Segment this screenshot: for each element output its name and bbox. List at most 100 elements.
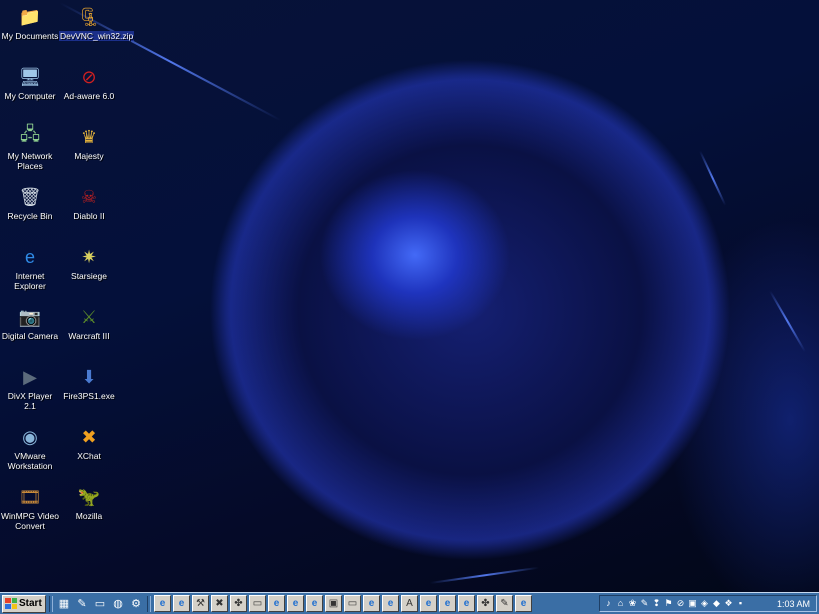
taskbar-button[interactable]: e bbox=[268, 595, 285, 612]
taskbar-button[interactable]: e bbox=[515, 595, 532, 612]
taskbar-button[interactable]: ✤ bbox=[230, 595, 247, 612]
desktop-icon-label: Digital Camera bbox=[1, 331, 59, 341]
taskbar-button[interactable]: e bbox=[154, 595, 171, 612]
tray-alert-icon[interactable]: ❢ bbox=[651, 598, 662, 609]
desktop-icon-warcraft[interactable]: ⚔ Warcraft III bbox=[59, 304, 119, 342]
desktop-icon-starsiege[interactable]: ✷ Starsiege bbox=[59, 244, 119, 282]
system-tray: ♪ ⌂ ❀ ✎ ❢ ⚑ ⊘ ▣ ◈ ◆ ❖ ▪ 1:03 AM bbox=[599, 595, 817, 612]
start-button[interactable]: Start bbox=[2, 594, 46, 613]
taskbar-button[interactable]: A bbox=[401, 595, 418, 612]
task-folder-icon: ▭ bbox=[347, 597, 358, 609]
desktop-icon-divx-player[interactable]: ▶ DivX Player 2.1 bbox=[0, 364, 60, 412]
desktop-icon-label: My Network Places bbox=[7, 151, 53, 171]
taskbar-button[interactable]: e bbox=[287, 595, 304, 612]
desktop[interactable]: 📁 My Documents 🖥 My Computer 🖧 My Network Pla… bbox=[0, 0, 819, 592]
ad-aware-icon: ⊘ bbox=[81, 66, 97, 87]
taskbar-button[interactable]: ✤ bbox=[477, 595, 494, 612]
desktop-icon-installer[interactable]: ⬇ Fire3PS1.exe bbox=[59, 364, 119, 402]
task-ie-icon: e bbox=[368, 597, 375, 609]
desktop-icon-label: Ad-aware 6.0 bbox=[63, 91, 115, 101]
tray-adaware-icon[interactable]: ⊘ bbox=[675, 598, 686, 609]
task-ie-icon: e bbox=[178, 597, 185, 609]
task-folder-icon: ▭ bbox=[252, 597, 263, 609]
desktop-icon-folder-documents[interactable]: 📁 My Documents bbox=[0, 4, 60, 42]
clock[interactable]: 1:03 AM bbox=[777, 599, 810, 609]
desktop-icon-zip-archive[interactable]: 🗜 DevVNC_win32.zip bbox=[59, 4, 135, 41]
taskbar-button[interactable]: ⚒ bbox=[192, 595, 209, 612]
taskbar-button[interactable]: ▭ bbox=[249, 595, 266, 612]
taskbar-button[interactable]: e bbox=[173, 595, 190, 612]
ql-app-icon[interactable]: ✎ bbox=[74, 596, 90, 612]
desktop-icon-label: My Computer bbox=[4, 91, 56, 101]
taskbar-button[interactable]: ✖ bbox=[211, 595, 228, 612]
internet-explorer-icon: e bbox=[24, 246, 35, 267]
desktop-icon-label: Recycle Bin bbox=[7, 211, 53, 221]
taskbar-button[interactable]: e bbox=[306, 595, 323, 612]
desktop-icon-mozilla[interactable]: 🦖 Mozilla bbox=[59, 484, 119, 522]
desktop-icon-winmpg[interactable]: 🎞 WinMPG Video Convert bbox=[0, 484, 60, 532]
task-buttons: e e ⚒ ✖ ✤ ▭ e e e ▣ ▭ e e Ae e e ✤ ✎ e bbox=[154, 595, 532, 612]
desktop-icon-vmware[interactable]: ◉ VMware Workstation bbox=[0, 424, 60, 472]
desktop-icon-internet-explorer[interactable]: e Internet Explorer bbox=[0, 244, 60, 292]
network-icon[interactable]: ⌂ bbox=[615, 598, 626, 609]
volume-icon[interactable]: ♪ bbox=[603, 598, 614, 609]
task-font-icon: A bbox=[406, 597, 413, 609]
taskbar-button[interactable]: ✎ bbox=[496, 595, 513, 612]
diablo-icon: ☠ bbox=[80, 186, 98, 207]
desktop-icon-diablo[interactable]: ☠ Diablo II bbox=[59, 184, 119, 222]
desktop-icon-label: Warcraft III bbox=[68, 331, 110, 341]
desktop-icon-network-places[interactable]: 🖧 My Network Places bbox=[0, 124, 60, 171]
desktop-icon-digital-camera[interactable]: 📷 Digital Camera bbox=[0, 304, 60, 342]
tray-monitor-icon[interactable]: ▣ bbox=[687, 598, 698, 609]
task-app-icon: ▣ bbox=[328, 597, 339, 609]
zip-archive-icon: 🗜 bbox=[77, 6, 101, 27]
desktop-icon-xchat[interactable]: ✖ XChat bbox=[59, 424, 119, 462]
task-clover-icon: ✤ bbox=[481, 597, 490, 609]
majesty-icon: ♛ bbox=[80, 126, 98, 147]
taskbar-separator bbox=[49, 595, 53, 612]
tray-shield-icon[interactable]: ◆ bbox=[711, 598, 722, 609]
ql-ie-icon[interactable]: ◍ bbox=[110, 596, 126, 612]
tray-color-icon[interactable]: ◈ bbox=[699, 598, 710, 609]
tray-icons: ♪ ⌂ ❀ ✎ ❢ ⚑ ⊘ ▣ ◈ ◆ ❖ ▪ bbox=[603, 598, 747, 609]
digital-camera-icon: 📷 bbox=[18, 306, 42, 327]
taskbar: Start ▦ ✎ ▭ ◍ ⚙ e e ⚒ ✖ ✤ ▭ e e e ▣ ▭ e e Ae e e ✤ ✎ e ♪ ⌂ ❀ ✎ ❢ ⚑ ⊘… bbox=[0, 592, 819, 614]
winmpg-icon: 🎞 bbox=[18, 486, 42, 507]
warcraft-icon: ⚔ bbox=[80, 306, 98, 327]
task-ie-icon: e bbox=[292, 597, 299, 609]
tray-app-icon[interactable]: ❀ bbox=[627, 598, 638, 609]
desktop-icon-label: Fire3PS1.exe bbox=[63, 391, 115, 401]
ql-drive-icon[interactable]: ▭ bbox=[92, 596, 108, 612]
computer-icon: 🖥 bbox=[18, 66, 42, 87]
task-ie-icon: e bbox=[159, 597, 166, 609]
task-ie-icon: e bbox=[311, 597, 318, 609]
taskbar-button[interactable]: e bbox=[420, 595, 437, 612]
desktop-icon-computer[interactable]: 🖥 My Computer bbox=[0, 64, 60, 102]
taskbar-button[interactable]: e bbox=[439, 595, 456, 612]
task-tool-icon: ⚒ bbox=[196, 597, 205, 609]
xchat-icon: ✖ bbox=[81, 426, 97, 447]
recycle-bin-icon: 🗑 bbox=[18, 186, 42, 207]
desktop-icon-recycle-bin[interactable]: 🗑 Recycle Bin bbox=[0, 184, 60, 222]
taskbar-button[interactable]: e bbox=[458, 595, 475, 612]
taskbar-button[interactable]: ▭ bbox=[344, 595, 361, 612]
divx-player-icon: ▶ bbox=[23, 366, 37, 387]
quick-launch-bar: ▦ ✎ ▭ ◍ ⚙ bbox=[56, 596, 144, 612]
task-ie-icon: e bbox=[387, 597, 394, 609]
desktop-icon-label: WinMPG Video Convert bbox=[1, 511, 59, 531]
starsiege-icon: ✷ bbox=[81, 246, 97, 267]
tray-vnc-icon[interactable]: ❖ bbox=[723, 598, 734, 609]
taskbar-button[interactable]: e bbox=[382, 595, 399, 612]
desktop-icon-majesty[interactable]: ♛ Majesty bbox=[59, 124, 119, 162]
task-paint-icon: ✎ bbox=[500, 597, 509, 609]
ql-tool-icon[interactable]: ⚙ bbox=[128, 596, 144, 612]
desktop-icon-ad-aware[interactable]: ⊘ Ad-aware 6.0 bbox=[59, 64, 119, 102]
tray-display-icon[interactable]: ▪ bbox=[735, 598, 746, 609]
taskbar-button[interactable]: ▣ bbox=[325, 595, 342, 612]
task-ie-icon: e bbox=[444, 597, 451, 609]
show-desktop-icon[interactable]: ▦ bbox=[56, 596, 72, 612]
tray-flag-icon[interactable]: ⚑ bbox=[663, 598, 674, 609]
taskbar-button[interactable]: e bbox=[363, 595, 380, 612]
tray-pen-icon[interactable]: ✎ bbox=[639, 598, 650, 609]
wallpaper-streak bbox=[429, 566, 540, 584]
